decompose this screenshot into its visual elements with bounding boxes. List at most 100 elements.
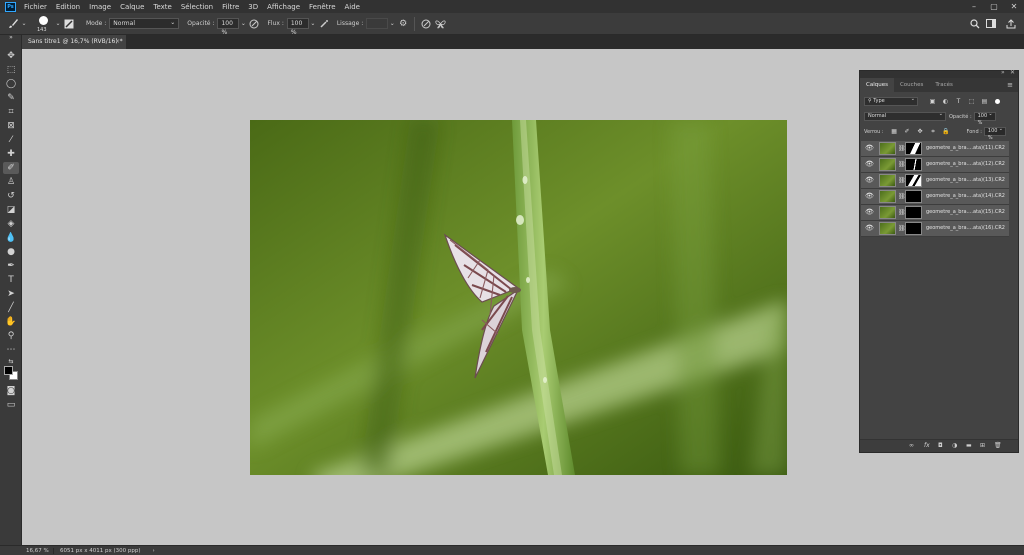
history-brush-tool-icon[interactable]: ↺ [3,190,19,202]
chevron-down-icon[interactable]: ⌄ [388,17,396,31]
smart-object-filter-icon[interactable]: ▤ [980,97,989,106]
eye-icon[interactable]: 👁 [865,193,874,200]
menu-selection[interactable]: Sélection [181,3,213,11]
chevron-down-icon[interactable]: ⌄ [54,17,62,31]
eye-icon[interactable]: 👁 [865,177,874,184]
layer-name[interactable]: geometre_a_bra....ata)(15).CR2 [926,209,1005,215]
quick-mask-icon[interactable]: ◙ [3,385,19,397]
brush-tool-icon[interactable]: ✐ [3,162,19,174]
menu-aide[interactable]: Aide [345,3,360,11]
move-tool-icon[interactable]: ✥ [3,50,19,62]
type-filter-icon[interactable]: T [954,97,963,106]
eraser-tool-icon[interactable]: ◪ [3,204,19,216]
collapse-panel-icon[interactable]: » [1001,69,1005,76]
mode-select[interactable]: Normal ⌄ [109,18,180,29]
pixel-filter-icon[interactable]: ▣ [928,97,937,106]
blend-mode-select[interactable]: Normal [864,111,946,121]
chevron-down-icon[interactable]: ⌄ [239,17,247,31]
shape-filter-icon[interactable]: ⬚ [967,97,976,106]
pressure-size-icon[interactable] [419,17,433,31]
document-tab[interactable]: Sans titre1 @ 16,7% (RVB/16) * × [22,35,126,49]
layer-row[interactable]: 👁 ⛓ geometre_a_bra....ata)(16).CR2 [861,221,1009,237]
delete-layer-icon[interactable]: 🗑 [994,442,1002,449]
layer-mask-thumbnail[interactable] [905,190,922,203]
line-tool-icon[interactable]: ╱ [3,302,19,314]
eye-icon[interactable]: 👁 [865,161,874,168]
fx-icon[interactable]: fx [924,442,930,449]
menu-fichier[interactable]: Fichier [24,3,47,11]
workspace-icon[interactable] [984,17,998,31]
menu-edition[interactable]: Edition [56,3,80,11]
eye-icon[interactable]: 👁 [865,209,874,216]
menu-calque[interactable]: Calque [120,3,144,11]
zoom-tool-icon[interactable]: ⚲ [3,330,19,342]
layer-mask-thumbnail[interactable] [905,158,922,171]
document-image[interactable] [250,120,787,475]
layer-mask-thumbnail[interactable] [905,206,922,219]
tab-calques[interactable]: Calques [860,78,894,92]
brush-settings-panel-icon[interactable] [62,17,76,31]
minimize-icon[interactable]: – [964,0,984,13]
panel-menu-icon[interactable]: ≡ [1007,78,1013,92]
quick-select-tool-icon[interactable]: ✎ [3,92,19,104]
screen-mode-icon[interactable]: ▭ [3,399,19,411]
blur-tool-icon[interactable]: 💧 [3,232,19,244]
close-icon[interactable]: × [115,35,120,49]
marquee-tool-icon[interactable]: ⬚ [3,64,19,76]
pen-tool-icon[interactable]: ✒ [3,260,19,272]
path-selection-tool-icon[interactable]: ➤ [3,288,19,300]
close-window-icon[interactable]: ✕ [1004,0,1024,13]
layer-name[interactable]: geometre_a_bra....ata)(14).CR2 [926,193,1005,199]
adjustment-filter-icon[interactable]: ◐ [941,97,950,106]
tab-traces[interactable]: Tracés [929,78,958,92]
collapse-toolbar-icon[interactable]: » [3,35,19,41]
dodge-tool-icon[interactable]: ● [3,246,19,258]
menu-texte[interactable]: Texte [153,3,171,11]
eyedropper-tool-icon[interactable]: ⁄ [3,134,19,146]
add-mask-icon[interactable]: ◘ [938,442,943,449]
brush-preset-picker[interactable]: 143 [36,14,54,34]
eye-icon[interactable]: 👁 [865,145,874,152]
filter-toggle-icon[interactable] [995,99,1000,104]
flow-input[interactable]: 100 % [286,18,309,36]
share-icon[interactable] [1004,17,1018,31]
menu-3d[interactable]: 3D [248,3,258,11]
status-menu-chevron-icon[interactable]: › [153,548,155,554]
healing-brush-tool-icon[interactable]: ✚ [3,148,19,160]
lock-position-icon[interactable]: ✥ [916,127,925,136]
layer-name[interactable]: geometre_a_bra....ata)(11).CR2 [926,145,1005,151]
gear-icon[interactable]: ⚙ [396,17,410,31]
symmetry-butterfly-icon[interactable] [433,17,447,31]
layer-mask-thumbnail[interactable] [905,142,922,155]
menu-affichage[interactable]: Affichage [267,3,300,11]
zoom-level[interactable]: 16,67 % [24,547,54,554]
link-layers-icon[interactable]: ∞ [909,442,914,449]
brush-tool-icon[interactable] [6,17,20,31]
adjustment-layer-icon[interactable]: ◑ [952,442,957,449]
lasso-tool-icon[interactable]: ◯ [3,78,19,90]
layer-opacity-input[interactable]: 100 % [973,111,996,126]
crop-tool-icon[interactable]: ⌗ [3,106,19,118]
layer-row[interactable]: 👁 ⛓ geometre_a_bra....ata)(15).CR2 [861,205,1009,221]
clone-stamp-tool-icon[interactable]: ♙ [3,176,19,188]
lock-all-icon[interactable]: 🔒 [942,127,951,136]
new-group-icon[interactable]: ▬ [966,442,972,449]
lock-artboard-icon[interactable]: ⌗ [929,127,938,136]
menu-fenetre[interactable]: Fenêtre [309,3,335,11]
foreground-color-swatch[interactable] [4,366,13,375]
layer-mask-thumbnail[interactable] [905,174,922,187]
layer-mask-thumbnail[interactable] [905,222,922,235]
layer-kind-filter[interactable]: ⚲ Type [864,96,918,106]
eye-icon[interactable]: 👁 [865,225,874,232]
chevron-down-icon[interactable]: ⌄ [20,17,28,31]
search-icon[interactable] [968,17,982,31]
paint-bucket-tool-icon[interactable]: ◈ [3,218,19,230]
airbrush-icon[interactable] [317,17,331,31]
type-tool-icon[interactable]: T [3,274,19,286]
layer-fill-input[interactable]: 100 % [983,126,1006,141]
close-panel-icon[interactable]: ✕ [1010,69,1015,76]
layer-row[interactable]: 👁 ⛓ geometre_a_bra....ata)(13).CR2 [861,173,1009,189]
pressure-opacity-icon[interactable] [247,17,261,31]
smoothing-input[interactable] [366,18,389,29]
frame-tool-icon[interactable]: ⊠ [3,120,19,132]
